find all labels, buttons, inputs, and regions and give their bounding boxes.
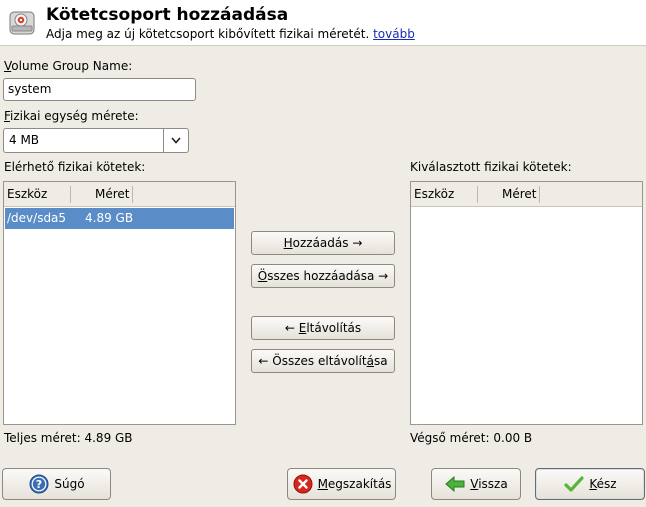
cancel-button[interactable]: Megszakítás	[287, 468, 396, 500]
column-device[interactable]: Eszköz	[414, 187, 454, 201]
vg-name-input[interactable]: system	[3, 78, 196, 101]
help-icon: ?	[28, 473, 50, 495]
column-divider	[539, 186, 540, 203]
back-button[interactable]: Vissza	[431, 468, 521, 500]
column-size[interactable]: Méret	[95, 187, 130, 201]
pe-size-label: Fizikai egység mérete:	[4, 109, 139, 123]
available-pv-list[interactable]: Eszköz Méret /dev/sda5 4.89 GB	[3, 181, 236, 425]
column-divider	[477, 186, 478, 203]
add-button[interactable]: Hozzáadás →	[251, 231, 395, 255]
available-pv-label: Elérhető fizikai kötetek:	[4, 160, 146, 174]
list-header: Eszköz Méret	[411, 182, 642, 207]
add-all-button[interactable]: Összes hozzáadása →	[251, 264, 395, 288]
chevron-down-icon[interactable]	[164, 130, 188, 151]
selected-pv-label: Kiválasztott fizikai kötetek:	[410, 160, 572, 174]
column-divider	[70, 186, 71, 203]
more-link[interactable]: tovább	[373, 27, 415, 41]
help-button[interactable]: ? Súgó	[2, 468, 111, 500]
selected-pv-list[interactable]: Eszköz Méret	[410, 181, 643, 425]
checkmark-icon	[563, 473, 585, 495]
row-size: 4.89 GB	[85, 211, 134, 225]
remove-button[interactable]: ← Eltávolítás	[251, 316, 395, 340]
available-total: Teljes méret: 4.89 GB	[4, 431, 133, 445]
dialog-subtitle: Adja meg az új kötetcsoport kibővített f…	[46, 27, 415, 41]
column-divider	[132, 186, 133, 203]
pe-size-value: 4 MB	[9, 133, 40, 147]
arrow-left-icon	[444, 473, 466, 495]
dialog-title: Kötetcsoport hozzáadása	[46, 5, 289, 25]
svg-text:?: ?	[36, 478, 42, 491]
row-device: /dev/sda5	[7, 211, 67, 225]
column-size[interactable]: Méret	[502, 187, 537, 201]
pe-size-select[interactable]: 4 MB	[3, 128, 189, 153]
list-header: Eszköz Méret	[4, 182, 235, 207]
subtitle-text: Adja meg az új kötetcsoport kibővített f…	[46, 27, 370, 41]
vg-name-label: Volume Group Name:	[4, 59, 133, 73]
selected-total: Végső méret: 0.00 B	[410, 431, 533, 445]
column-device[interactable]: Eszköz	[7, 187, 47, 201]
cancel-icon	[292, 473, 314, 495]
finish-button[interactable]: Kész	[535, 468, 645, 500]
table-row[interactable]: /dev/sda5 4.89 GB	[5, 208, 234, 229]
remove-all-button[interactable]: ← Összes eltávolítása	[251, 349, 395, 373]
volume-group-icon	[8, 9, 36, 37]
